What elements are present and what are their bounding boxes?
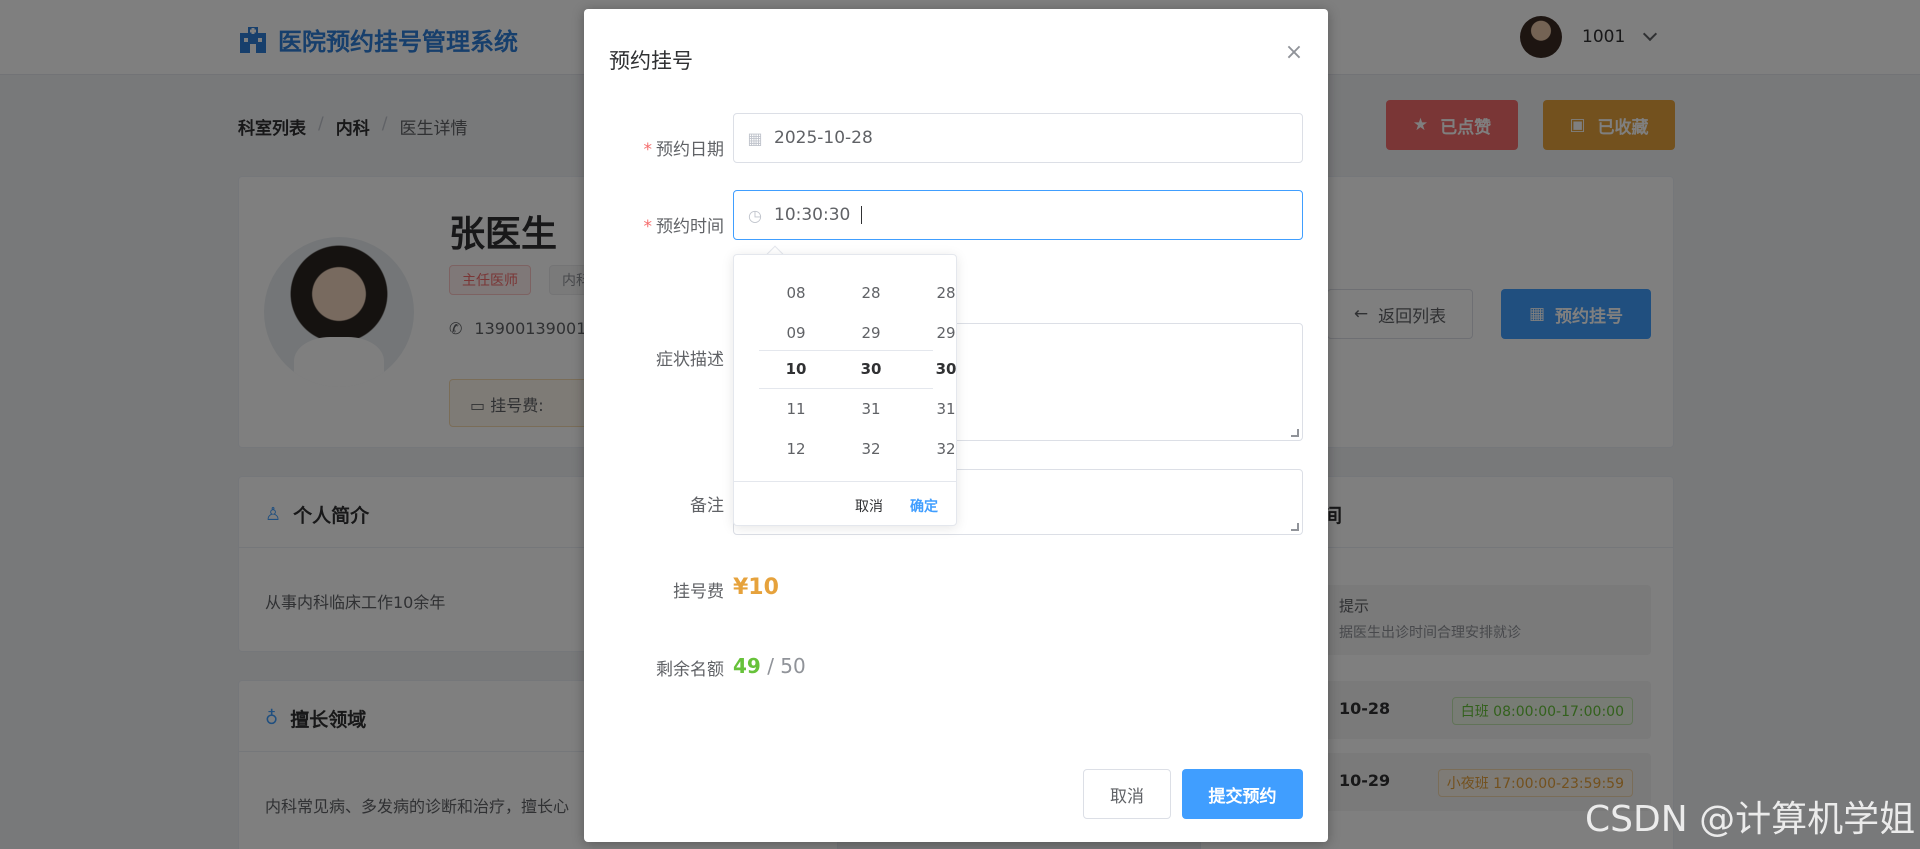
- fee-value: ¥10: [733, 575, 779, 600]
- resize-handle[interactable]: [1291, 523, 1299, 531]
- picker-confirm-button[interactable]: 确定: [910, 496, 938, 516]
- quota-value: 49 / 50: [733, 654, 806, 678]
- time-input[interactable]: ◷ 10:30:30: [733, 190, 1303, 240]
- second-option-selected[interactable]: 30: [909, 349, 956, 389]
- hour-option[interactable]: 12: [759, 429, 833, 469]
- quota-total: / 50: [767, 654, 806, 678]
- minute-option[interactable]: 27: [834, 255, 908, 269]
- hour-option[interactable]: 11: [759, 389, 833, 429]
- second-option[interactable]: 31: [909, 389, 956, 429]
- required-mark: *: [643, 140, 653, 160]
- text-caret: [861, 206, 863, 224]
- date-label: * 预约日期: [584, 135, 725, 160]
- quota-label-text: 剩余名额: [656, 660, 724, 680]
- date-input[interactable]: ▦ 2025-10-28: [733, 113, 1303, 163]
- remark-label: 备注: [584, 491, 724, 516]
- second-option[interactable]: 32: [909, 429, 956, 469]
- selection-line-top: [759, 350, 933, 351]
- minute-option[interactable]: 32: [834, 429, 908, 469]
- minute-option[interactable]: 28: [834, 273, 908, 313]
- date-value: 2025-10-28: [774, 128, 873, 148]
- dialog-title: 预约挂号: [609, 49, 693, 73]
- time-label: * 预约时间: [584, 212, 725, 237]
- time-picker-footer: 取消 确定: [734, 481, 956, 525]
- symptom-label: 症状描述: [584, 345, 724, 370]
- quota-left: 49: [733, 654, 761, 678]
- second-option[interactable]: 27: [909, 255, 956, 269]
- hour-option[interactable]: 09: [759, 313, 833, 353]
- minute-spinner[interactable]: 27 28 29 30 31 32: [834, 255, 908, 481]
- cancel-button[interactable]: 取消: [1083, 769, 1171, 819]
- time-picker-popper: 07 08 09 10 11 12 27 28 29 30 31 32 27 2…: [733, 254, 957, 526]
- close-icon[interactable]: ×: [1284, 42, 1304, 64]
- resize-handle[interactable]: [1291, 429, 1299, 437]
- hour-option[interactable]: 07: [759, 255, 833, 269]
- second-option[interactable]: 29: [909, 313, 956, 353]
- fee-label-text: 挂号费: [673, 582, 724, 602]
- minute-option-selected[interactable]: 30: [834, 349, 908, 389]
- selection-line-bottom: [759, 388, 933, 389]
- minute-option[interactable]: 31: [834, 389, 908, 429]
- time-label-text: 预约时间: [656, 217, 724, 237]
- quota-label: 剩余名额: [584, 655, 724, 680]
- calendar-icon: ▦: [747, 128, 763, 148]
- watermark: CSDN @计算机学姐: [1585, 799, 1916, 840]
- clock-icon: ◷: [748, 205, 762, 225]
- second-spinner[interactable]: 27 28 29 30 31 32: [909, 255, 956, 481]
- submit-booking-button[interactable]: 提交预约: [1182, 769, 1303, 819]
- remark-label-text: 备注: [690, 496, 724, 516]
- second-option[interactable]: 28: [909, 273, 956, 313]
- hour-option[interactable]: 08: [759, 273, 833, 313]
- required-mark: *: [643, 217, 653, 237]
- date-label-text: 预约日期: [656, 140, 724, 160]
- hour-spinner[interactable]: 07 08 09 10 11 12: [759, 255, 833, 481]
- symptom-label-text: 症状描述: [656, 350, 724, 370]
- picker-cancel-button[interactable]: 取消: [855, 496, 883, 516]
- time-value: 10:30:30: [774, 205, 851, 225]
- hour-option-selected[interactable]: 10: [759, 349, 833, 389]
- minute-option[interactable]: 29: [834, 313, 908, 353]
- fee-label: 挂号费: [584, 577, 724, 602]
